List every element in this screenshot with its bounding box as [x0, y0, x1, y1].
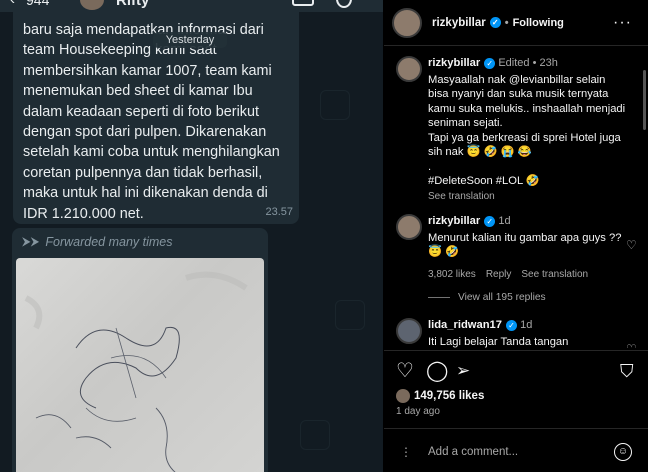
add-comment-bar: ⋮ ☺ [384, 428, 648, 472]
author-username-text[interactable]: rizkybillar [432, 17, 486, 29]
contact-name[interactable]: Rifty [116, 0, 149, 9]
heart-icon[interactable]: ♡ [396, 361, 414, 381]
view-replies-text[interactable]: View all 195 replies [458, 292, 546, 303]
forwarded-message[interactable]: ⮞⮞ Forwarded many times [12, 228, 268, 472]
comment-text: Menurut kalian itu gambar apa guys ?? 😇 … [428, 231, 622, 259]
verified-badge-icon: ✓ [484, 57, 496, 69]
comment-avatar[interactable] [396, 214, 422, 240]
share-icon[interactable]: ➢ [456, 361, 470, 381]
author-avatar[interactable] [392, 7, 422, 38]
author-username[interactable]: rizkybillar ✓ • Following [432, 17, 564, 29]
smiley-icon[interactable]: ☺ [614, 443, 632, 461]
comment-time: 1d [520, 319, 533, 331]
post-action-bar: ♡ ◯ ➢ ⛉ [384, 350, 648, 390]
instagram-panel: rizkybillar ✓ • Following ··· rizkybillar ✓ … [384, 0, 648, 472]
background-doodle [335, 300, 365, 330]
back-icon[interactable]: ‹ [10, 0, 15, 8]
comment-like-heart-icon[interactable]: ♡ [626, 342, 638, 348]
forwarded-icon: ⮞⮞ [22, 234, 40, 248]
post-header: rizkybillar ✓ • Following ··· [384, 0, 648, 46]
replies-line [428, 297, 450, 298]
comment-actions: 3,802 likes Reply See translation [428, 268, 628, 283]
view-replies[interactable]: View all 195 replies [428, 292, 546, 303]
comments-scrollbar[interactable] [643, 70, 646, 130]
comment-username[interactable]: lida_ridwan17 [428, 319, 502, 331]
message-time: 23.57 [265, 206, 293, 218]
date-separator: Yesterday [153, 32, 227, 48]
comment-likes[interactable]: 3,802 likes [428, 268, 476, 283]
separator-dot: • [504, 16, 509, 29]
background-doodle [320, 90, 350, 120]
chat-header: ‹ 944 Rifty [0, 0, 383, 12]
contact-avatar[interactable] [80, 0, 104, 10]
likes-avatar [396, 389, 410, 403]
likes-count[interactable]: 149,756 likes [414, 390, 484, 402]
emoji-icon[interactable]: ⋮ [400, 445, 412, 459]
comment-avatar[interactable] [396, 318, 422, 344]
comment-username[interactable]: rizkybillar [428, 215, 480, 227]
verified-badge-icon: ✓ [484, 215, 496, 227]
phone-icon[interactable] [336, 0, 352, 8]
verified-badge-icon: ✓ [506, 319, 517, 331]
chat-panel: ‹ 944 Rifty baru saja mendapatkan inform… [0, 0, 383, 472]
caption-text: Masyaallah nak @levianbillar selain bisa… [428, 73, 626, 188]
bedsheet-photo[interactable] [16, 258, 264, 472]
forwarded-text: Forwarded many times [45, 234, 173, 249]
more-options-icon[interactable]: ··· [613, 14, 632, 32]
comment-like-heart-icon[interactable]: ♡ [626, 238, 638, 252]
unread-count: 944 [26, 0, 50, 8]
reply-button[interactable]: Reply [486, 268, 512, 283]
comments-list: rizkybillar ✓ Edited • 23h Masyaallah nak… [384, 48, 642, 348]
caption-avatar[interactable] [396, 56, 422, 82]
add-comment-input[interactable] [428, 439, 608, 465]
comment-time: 1d [498, 215, 511, 227]
caption-username[interactable]: rizkybillar [428, 57, 480, 69]
caption-see-translation[interactable]: See translation [428, 190, 628, 205]
background-doodle [300, 420, 330, 450]
forwarded-label: ⮞⮞ Forwarded many times [22, 234, 172, 249]
caption-meta: Edited • 23h [498, 57, 558, 69]
comment-icon[interactable]: ◯ [426, 361, 448, 381]
post-time-ago: 1 day ago [396, 406, 440, 417]
verified-badge-icon: ✓ [489, 16, 501, 28]
video-call-icon[interactable] [292, 0, 314, 6]
message-text: baru saja mendapatkan informasi dari tea… [23, 22, 280, 222]
comment-text: Iti Lagi belajar Tanda tangan [428, 335, 569, 348]
see-translation-button[interactable]: See translation [521, 268, 588, 283]
following-button[interactable]: Following [513, 17, 564, 29]
bookmark-icon[interactable]: ⛉ [620, 361, 634, 381]
pen-scribble-drawing [24, 271, 248, 472]
